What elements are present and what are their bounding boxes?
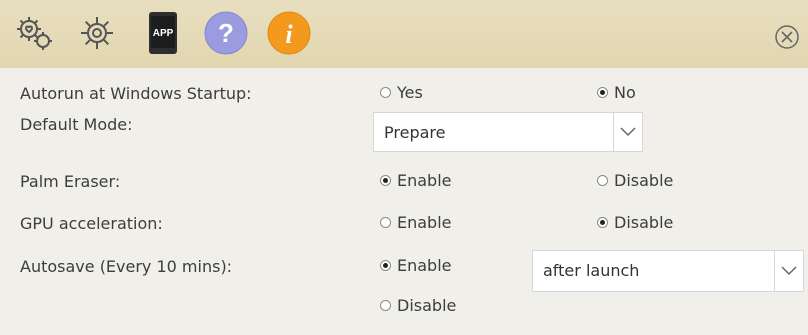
gpu-enable-radio[interactable]: Enable: [380, 213, 452, 232]
toolbar: APP ? i: [0, 0, 808, 68]
default-mode-value: Prepare: [384, 123, 446, 142]
palm-eraser-enable-radio[interactable]: Enable: [380, 171, 452, 190]
autosave-enable-text: Enable: [397, 256, 452, 275]
autosave-label: Autosave (Every 10 mins):: [20, 257, 233, 276]
autorun-yes-radio[interactable]: Yes: [380, 83, 423, 102]
settings-window: APP ? i Autorun at Windows Startup: Yes: [0, 0, 808, 335]
radio-dot: [380, 260, 391, 271]
palm-eraser-label: Palm Eraser:: [20, 172, 121, 191]
gpu-disable-text: Disable: [614, 213, 674, 232]
app-badge-text: APP: [153, 28, 174, 39]
help-icon[interactable]: ?: [203, 10, 249, 56]
default-mode-label: Default Mode:: [20, 115, 133, 134]
autosave-when-select[interactable]: after launch: [532, 250, 804, 292]
radio-dot: [597, 87, 608, 98]
info-glyph: i: [285, 20, 293, 49]
palm-eraser-disable-text: Disable: [614, 171, 674, 190]
autosave-disable-text: Disable: [397, 296, 457, 315]
autosave-disable-radio[interactable]: Disable: [380, 296, 456, 315]
autorun-no-radio[interactable]: No: [597, 83, 636, 102]
gpu-enable-text: Enable: [397, 213, 452, 232]
info-icon[interactable]: i: [266, 10, 312, 56]
radio-dot: [597, 217, 608, 228]
radio-dot: [380, 300, 391, 311]
radio-dot: [597, 175, 608, 186]
radio-dot: [380, 217, 391, 228]
gear-icon[interactable]: [74, 10, 120, 56]
autosave-when-value: after launch: [543, 261, 640, 280]
radio-dot: [380, 87, 391, 98]
gpu-disable-radio[interactable]: Disable: [597, 213, 673, 232]
chevron-down-icon[interactable]: [774, 251, 803, 291]
help-glyph: ?: [218, 18, 234, 48]
autorun-no-text: No: [614, 83, 636, 102]
gpu-label: GPU acceleration:: [20, 214, 163, 233]
chevron-down-icon[interactable]: [613, 113, 642, 151]
close-icon[interactable]: [774, 24, 800, 50]
default-mode-select[interactable]: Prepare: [373, 112, 643, 152]
gears-heart-icon[interactable]: [12, 10, 58, 56]
autorun-yes-text: Yes: [397, 83, 423, 102]
radio-dot: [380, 175, 391, 186]
autosave-enable-radio[interactable]: Enable: [380, 256, 452, 275]
app-icon[interactable]: APP: [140, 10, 186, 56]
palm-eraser-enable-text: Enable: [397, 171, 452, 190]
palm-eraser-disable-radio[interactable]: Disable: [597, 171, 673, 190]
autorun-label: Autorun at Windows Startup:: [20, 84, 252, 103]
